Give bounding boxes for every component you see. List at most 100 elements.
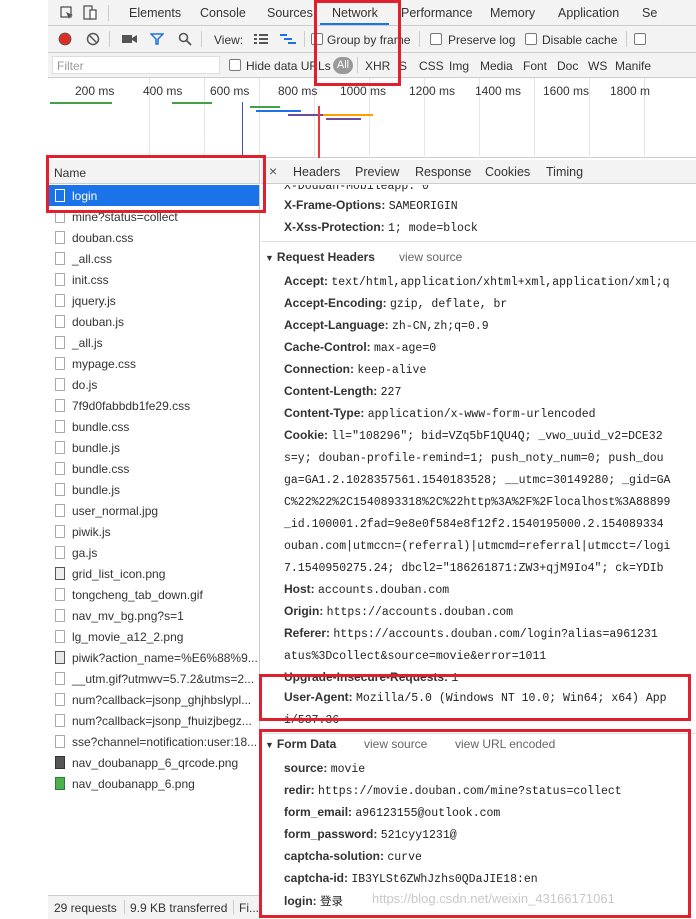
preserve-log-checkbox[interactable] [430,33,442,45]
file-icon [55,399,65,412]
request-list: login mine?status=collect douban.css _al… [48,185,260,895]
filter-icon[interactable] [150,32,164,46]
timeline-tick: 1200 ms [409,84,456,98]
file-icon [55,546,65,559]
request-row[interactable]: bundle.css [48,416,259,437]
tab-console[interactable]: Console [200,6,246,20]
file-icon [55,231,65,244]
request-row[interactable]: num?callback=jsonp_ghjhbslypl... [48,689,259,710]
request-row[interactable]: grid_list_icon.png [48,563,259,584]
cookie-continuation: ouban.com|utmccn=(referral)|utmcmd=refer… [284,540,671,553]
request-header-row: Accept-Language: zh-CN,zh;q=0.9 [284,318,489,333]
request-row[interactable]: 7f9d0fabbdb1fe29.css [48,395,259,416]
request-row[interactable]: bundle.js [48,479,259,500]
highlight-form-data [259,729,691,918]
request-bar [256,110,301,112]
search-icon[interactable] [178,32,192,46]
tab-security[interactable]: Se [642,6,657,20]
tab-response[interactable]: Response [415,165,471,179]
tab-elements[interactable]: Elements [129,6,181,20]
filter-type-doc[interactable]: Doc [557,59,578,73]
tab-performance[interactable]: Performance [401,6,473,20]
request-header-row: Content-Type: application/x-www-form-url… [284,406,596,421]
inspect-element-icon[interactable] [60,6,74,20]
file-icon [55,462,65,475]
timeline-tick: 400 ms [143,84,183,98]
request-row[interactable]: piwik?action_name=%E6%88%9... [48,647,259,668]
filter-type-img[interactable]: Img [449,59,469,73]
request-headers-section-title[interactable]: ▼ Request Headers [265,250,375,264]
request-row[interactable]: douban.js [48,311,259,332]
hide-data-urls-checkbox[interactable] [229,59,241,71]
request-row[interactable]: _all.css [48,248,259,269]
filter-type-manifest[interactable]: Manife [615,59,651,73]
dom-content-loaded-line [242,102,243,158]
tab-headers[interactable]: Headers [293,165,340,179]
offline-checkbox[interactable] [634,33,646,45]
disable-cache-checkbox[interactable] [525,33,537,45]
request-row[interactable]: piwik.js [48,521,259,542]
tab-application[interactable]: Application [558,6,619,20]
tab-preview[interactable]: Preview [355,165,399,179]
request-count: 29 requests [54,901,117,915]
file-icon [55,273,65,286]
request-row[interactable]: bundle.js [48,437,259,458]
timeline-overview[interactable]: 200 ms 400 ms 600 ms 800 ms 1000 ms 1200… [48,78,696,158]
request-row[interactable]: douban.css [48,227,259,248]
close-icon[interactable]: × [269,163,277,179]
filter-type-font[interactable]: Font [523,59,547,73]
filter-type-css[interactable]: CSS [419,59,444,73]
clear-icon[interactable] [86,32,100,46]
tab-separator [108,5,109,21]
cookie-header-row: Cookie: ll="108296"; bid=VZq5bF1QU4Q; _v… [284,428,663,443]
status-separator [124,900,125,914]
request-row[interactable]: init.css [48,269,259,290]
request-row[interactable]: __utm.gif?utmwv=5.7.2&utms=2... [48,668,259,689]
request-row[interactable]: tongcheng_tab_down.gif [48,584,259,605]
request-row[interactable]: nav_doubanapp_6.png [48,773,259,794]
file-icon [55,315,65,328]
detail-tabs: × Headers Preview Response Cookies Timin… [261,160,696,184]
file-icon [55,483,65,496]
image-file-icon [55,567,65,580]
request-row[interactable]: nav_doubanapp_6_qrcode.png [48,752,259,773]
file-icon [55,714,65,727]
file-icon [55,441,65,454]
filter-input[interactable]: Filter [52,56,220,74]
timeline-tick: 1400 ms [475,84,522,98]
request-bar [323,114,373,116]
cookie-continuation: ga=GA1.2.1028357561.1540183528; __utmc=3… [284,474,671,487]
record-icon[interactable] [58,32,72,46]
request-row[interactable]: _all.js [48,332,259,353]
image-file-icon [55,504,65,517]
filter-type-media[interactable]: Media [480,59,513,73]
tab-sources[interactable]: Sources [267,6,313,20]
image-file-icon [55,609,65,622]
request-row[interactable]: jquery.js [48,290,259,311]
request-row[interactable]: do.js [48,374,259,395]
request-row[interactable]: lg_movie_a12_2.png [48,626,259,647]
screenshot-camera-icon[interactable] [122,33,138,45]
waterfall-overview-icon[interactable] [280,33,296,45]
filter-type-ws[interactable]: WS [588,59,607,73]
request-row[interactable]: sse?channel=notification:user:18... [48,731,259,752]
view-source-link[interactable]: view source [399,250,462,264]
request-row[interactable]: nav_mv_bg.png?s=1 [48,605,259,626]
request-header-row: Accept-Encoding: gzip, deflate, br [284,296,508,311]
tab-timing[interactable]: Timing [546,165,583,179]
request-row[interactable]: user_normal.jpg [48,500,259,521]
request-row[interactable]: mypage.css [48,353,259,374]
response-header-row: X-Xss-Protection: 1; mode=block [284,220,478,235]
large-rows-icon[interactable] [254,33,268,45]
file-icon [55,735,65,748]
request-row[interactable]: ga.js [48,542,259,563]
device-toolbar-icon[interactable] [83,5,97,21]
timeline-tick: 600 ms [210,84,250,98]
tab-cookies[interactable]: Cookies [485,165,530,179]
cookie-continuation: s=y; douban-profile-remind=1; push_noty_… [284,452,664,465]
disable-cache-label: Disable cache [542,33,618,47]
request-row[interactable]: num?callback=jsonp_fhuizjbegz... [48,710,259,731]
toolbar-separator [304,31,305,47]
tab-memory[interactable]: Memory [490,6,535,20]
request-row[interactable]: bundle.css [48,458,259,479]
